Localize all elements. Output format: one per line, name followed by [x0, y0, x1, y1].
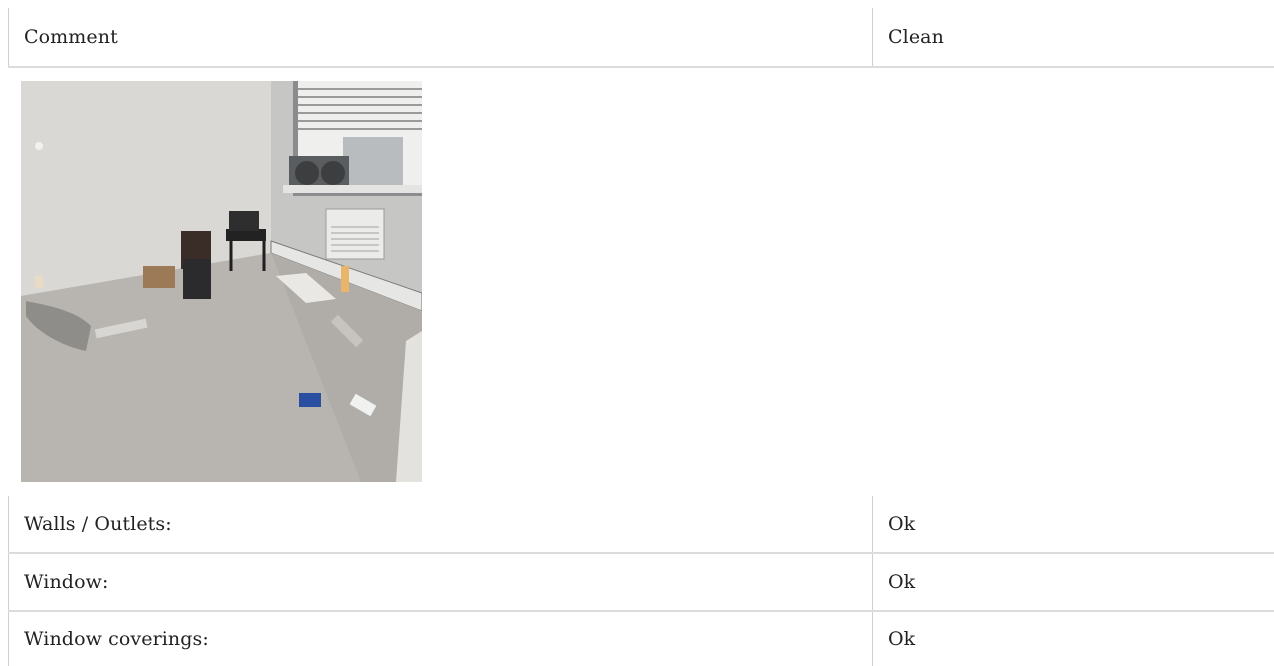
row-value-window-coverings: Ok	[872, 612, 1274, 666]
row-value-window: Ok	[872, 554, 1274, 610]
row-label-walls-outlets: Walls / Outlets:	[8, 496, 872, 552]
header-row: Comment Clean	[8, 8, 1274, 66]
comment-header: Comment	[8, 8, 872, 66]
table-row: Walls / Outlets: Ok	[8, 496, 1274, 552]
room-photo[interactable]	[21, 81, 422, 482]
clean-header: Clean	[872, 8, 1274, 66]
row-label-window-coverings: Window coverings:	[8, 612, 872, 666]
table-row: Window coverings: Ok	[8, 612, 1274, 666]
row-label-window: Window:	[8, 554, 872, 610]
header-divider	[8, 66, 1274, 68]
row-value-walls-outlets: Ok	[872, 496, 1274, 552]
room-photo-image	[21, 81, 422, 482]
table-row: Window: Ok	[8, 554, 1274, 610]
